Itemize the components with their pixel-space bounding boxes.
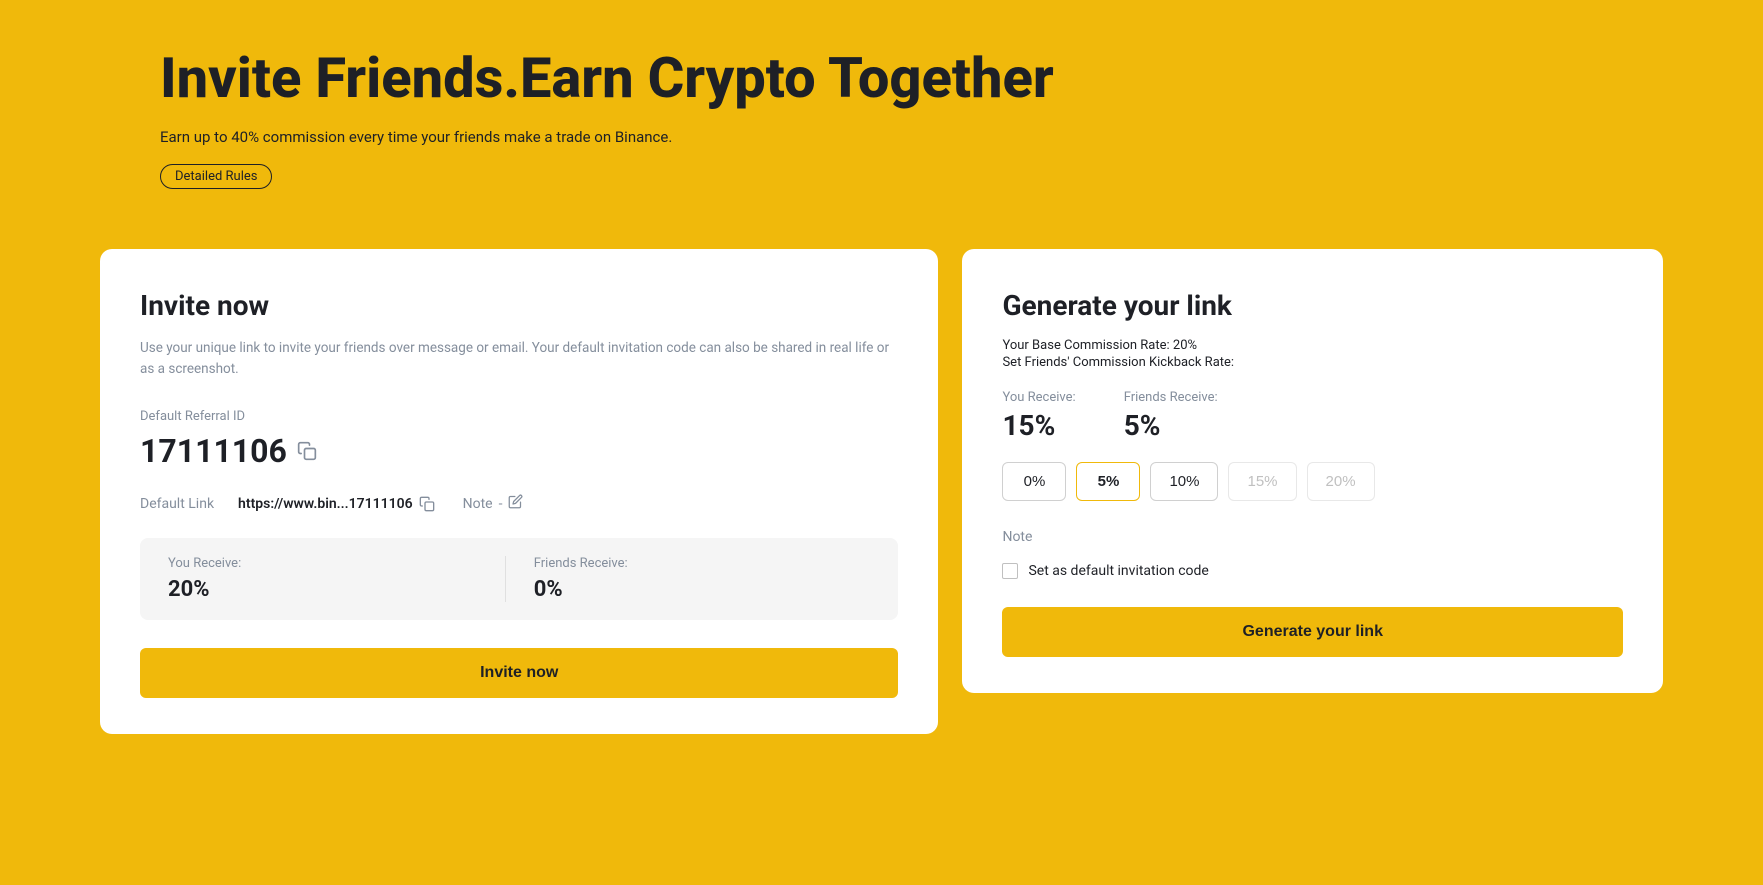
rate-button-5[interactable]: 5% xyxy=(1076,462,1140,501)
cards-section: Invite now Use your unique link to invit… xyxy=(0,249,1763,794)
default-code-checkbox[interactable] xyxy=(1002,563,1018,579)
copy-link-icon[interactable] xyxy=(419,494,439,514)
default-link-value-group: https://www.bin...17111106 xyxy=(238,494,439,514)
note-dash: - xyxy=(499,496,503,512)
default-link-label: Default Link xyxy=(140,496,214,512)
kickback-label: Set Friends' Commission Kickback Rate: xyxy=(1002,355,1623,370)
default-link-url: https://www.bin...17111106 xyxy=(238,496,413,512)
hero-subtitle: Earn up to 40% commission every time you… xyxy=(160,128,1603,146)
rate-button-0[interactable]: 0% xyxy=(1002,462,1066,501)
commission-display: You Receive: 15% Friends Receive: 5% xyxy=(1002,390,1623,442)
gen-you-receive-label: You Receive: xyxy=(1002,390,1075,405)
rate-buttons-group: 0% 5% 10% 15% 20% xyxy=(1002,462,1623,501)
edit-note-icon[interactable] xyxy=(508,494,523,513)
generate-link-button[interactable]: Generate your link xyxy=(1002,607,1623,657)
rate-button-10[interactable]: 10% xyxy=(1150,462,1218,501)
hero-title: Invite Friends.Earn Crypto Together xyxy=(160,48,1603,110)
you-receive-col: You Receive: 20% xyxy=(168,556,505,602)
note-section: Note - xyxy=(463,494,524,513)
friends-receive-label: Friends Receive: xyxy=(534,556,871,571)
generate-card-title: Generate your link xyxy=(1002,289,1623,322)
generate-card: Generate your link Your Base Commission … xyxy=(962,249,1663,693)
gen-you-receive-col: You Receive: 15% xyxy=(1002,390,1075,442)
rate-button-20: 20% xyxy=(1307,462,1375,501)
referral-id-label: Default Referral ID xyxy=(140,409,898,424)
invite-card-description: Use your unique link to invite your frie… xyxy=(140,338,898,381)
friends-receive-col: Friends Receive: 0% xyxy=(505,556,871,602)
detailed-rules-button[interactable]: Detailed Rules xyxy=(160,164,272,189)
gen-friends-receive-value: 5% xyxy=(1124,409,1218,442)
referral-id-row: 17111106 xyxy=(140,432,898,470)
referral-id-value: 17111106 xyxy=(140,432,287,470)
invite-card: Invite now Use your unique link to invit… xyxy=(100,249,938,734)
default-code-label: Set as default invitation code xyxy=(1028,563,1208,579)
you-receive-value: 20% xyxy=(168,577,505,602)
default-link-row: Default Link https://www.bin...17111106 … xyxy=(140,494,898,514)
friends-receive-value: 0% xyxy=(534,577,871,602)
you-receive-label: You Receive: xyxy=(168,556,505,571)
gen-friends-receive-col: Friends Receive: 5% xyxy=(1124,390,1218,442)
default-code-row: Set as default invitation code xyxy=(1002,563,1623,579)
receive-box: You Receive: 20% Friends Receive: 0% xyxy=(140,538,898,620)
base-commission-text: Your Base Commission Rate: 20% xyxy=(1002,338,1623,353)
note-label: Note xyxy=(463,496,493,512)
copy-referral-id-icon[interactable] xyxy=(297,441,317,461)
hero-section: Invite Friends.Earn Crypto Together Earn… xyxy=(0,0,1763,249)
invite-now-button[interactable]: Invite now xyxy=(140,648,898,698)
gen-you-receive-value: 15% xyxy=(1002,409,1075,442)
invite-card-title: Invite now xyxy=(140,289,898,322)
rate-button-15: 15% xyxy=(1228,462,1296,501)
gen-note-label: Note xyxy=(1002,529,1623,545)
gen-friends-receive-label: Friends Receive: xyxy=(1124,390,1218,405)
